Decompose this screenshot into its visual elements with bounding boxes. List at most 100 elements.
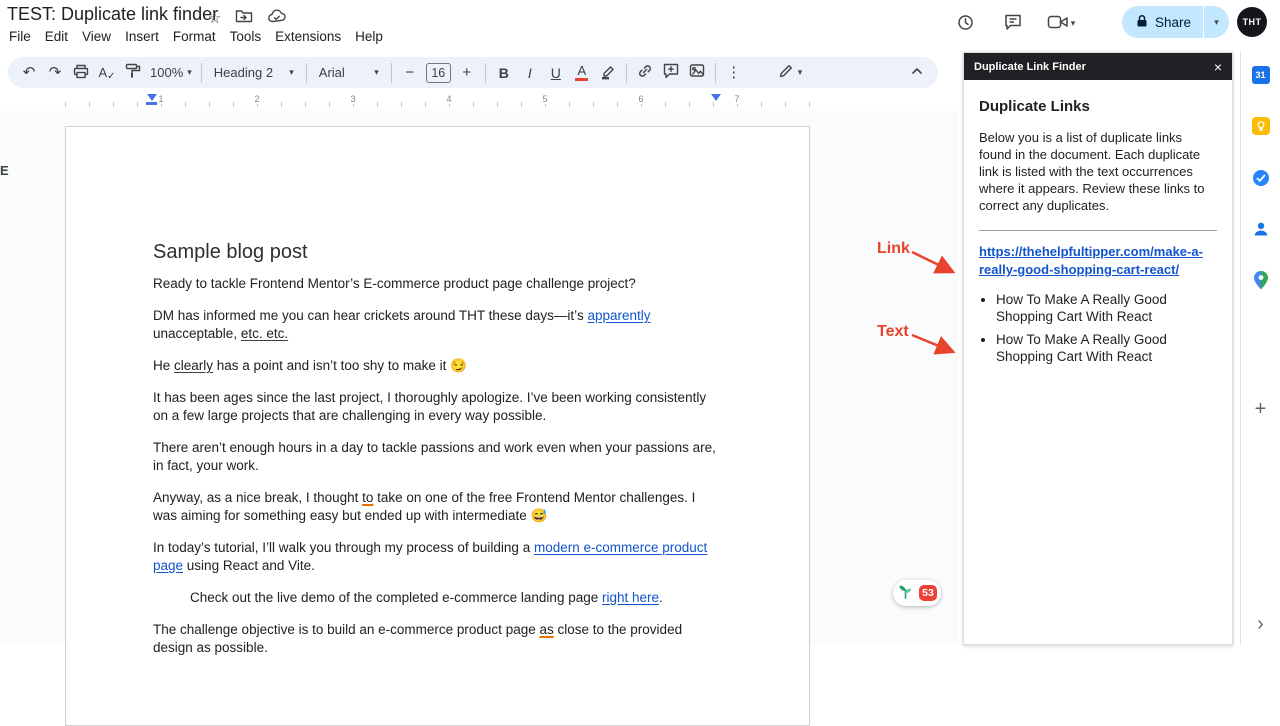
doc-paragraph[interactable]: Ready to tackle Frontend Mentor’s E-comm… <box>153 275 719 293</box>
doc-paragraph[interactable]: In today’s tutorial, I’ll walk you throu… <box>153 539 719 575</box>
keep-bulb-glyph <box>1251 117 1270 135</box>
clipped-left-edge-text: E <box>0 163 9 178</box>
left-indent-marker[interactable] <box>147 94 157 101</box>
menu-help[interactable]: Help <box>348 27 390 46</box>
menu-extensions[interactable]: Extensions <box>268 27 348 46</box>
panel-divider <box>979 230 1217 231</box>
share-button[interactable]: Share <box>1122 6 1204 38</box>
redo-button[interactable]: ↷ <box>43 61 67 85</box>
paragraph-style-select[interactable]: Heading 2 ▾ <box>208 61 300 85</box>
more-toolbar-options-button[interactable]: ⋮ <box>722 61 746 85</box>
text-color-button[interactable]: A <box>570 61 594 85</box>
more-vertical-icon: ⋮ <box>726 64 742 81</box>
document-title[interactable]: TEST: Duplicate link finder <box>7 4 218 25</box>
doc-paragraph-indented[interactable]: Check out the live demo of the completed… <box>153 589 719 607</box>
increase-font-size-button[interactable]: + <box>455 61 479 85</box>
chevron-down-icon: ▾ <box>1214 16 1219 27</box>
inline-link[interactable]: apparently <box>587 308 650 323</box>
toolbar-separator <box>305 62 307 83</box>
add-comment-button[interactable] <box>659 61 683 85</box>
keep-icon[interactable] <box>1250 115 1272 137</box>
account-avatar[interactable]: THT <box>1237 7 1267 37</box>
editing-mode-button[interactable]: ▾ <box>775 61 806 85</box>
decrease-font-size-button[interactable]: − <box>398 61 422 85</box>
menu-format[interactable]: Format <box>166 27 223 46</box>
bold-button[interactable]: B <box>492 61 516 85</box>
document-page[interactable]: Sample blog post Ready to tackle Fronten… <box>65 126 810 726</box>
inline-link[interactable]: right here <box>602 590 659 605</box>
font-size-input[interactable]: 16 <box>425 62 451 83</box>
menu-insert[interactable]: Insert <box>118 27 166 46</box>
comments-button[interactable] <box>998 8 1028 38</box>
menu-edit[interactable]: Edit <box>38 27 75 46</box>
doc-paragraph[interactable]: It has been ages since the last project,… <box>153 389 719 425</box>
chevron-down-icon: ▾ <box>797 67 803 77</box>
text-color-icon: A <box>575 64 589 81</box>
version-history-button[interactable] <box>950 8 980 38</box>
ruler: 1 2 3 4 5 6 7 <box>0 93 958 111</box>
undo-icon: ↶ <box>22 64 36 81</box>
ruler-mark: 5 <box>539 94 551 104</box>
doc-paragraph[interactable]: There aren’t enough hours in a day to ta… <box>153 439 719 475</box>
share-label: Share <box>1155 14 1192 30</box>
grammar-assistant-badge[interactable]: 53 <box>893 580 941 606</box>
join-call-button[interactable]: ▾ <box>1038 8 1084 38</box>
menu-tools[interactable]: Tools <box>223 27 269 46</box>
suggestion-underline[interactable]: etc. etc. <box>241 326 288 341</box>
ruler-mark: 2 <box>251 94 263 104</box>
panel-heading: Duplicate Links <box>979 98 1090 115</box>
menu-file[interactable]: File <box>2 27 38 46</box>
suggestion-underline[interactable]: as <box>539 622 553 637</box>
doc-paragraph[interactable]: The challenge objective is to build an e… <box>153 621 719 657</box>
panel-close-button[interactable]: × <box>1214 60 1222 74</box>
menu-view[interactable]: View <box>75 27 118 46</box>
toolbar-separator <box>390 62 392 83</box>
right-indent-marker[interactable] <box>711 94 721 101</box>
doc-paragraph[interactable]: He clearly has a point and isn’t too shy… <box>153 357 719 375</box>
toolbar-separator <box>484 62 486 83</box>
ruler-mark: 7 <box>731 94 743 104</box>
link-icon <box>636 62 654 83</box>
maps-icon[interactable] <box>1250 269 1272 291</box>
toolbar-separator <box>625 62 627 83</box>
add-addon-button[interactable]: + <box>1250 398 1272 420</box>
occurrence-item[interactable]: How To Make A Really Good Shopping Cart … <box>996 291 1217 325</box>
font-select[interactable]: Arial ▾ <box>313 61 385 85</box>
underline-button[interactable]: U <box>544 61 568 85</box>
printer-icon <box>72 63 90 83</box>
italic-button[interactable]: I <box>518 61 542 85</box>
document-canvas: Sample blog post Ready to tackle Fronten… <box>0 111 958 726</box>
calendar-icon[interactable]: 31 <box>1250 64 1272 86</box>
video-camera-icon <box>1047 14 1069 33</box>
spellcheck-button[interactable]: A ✓ <box>95 61 119 85</box>
print-button[interactable] <box>69 61 93 85</box>
comment-bubble-icon <box>1003 12 1023 35</box>
suggestion-underline[interactable]: to <box>362 490 373 505</box>
panel-body: Duplicate Links Below you is a list of d… <box>964 80 1232 365</box>
doc-heading[interactable]: Sample blog post <box>153 239 719 265</box>
collapse-rail-button[interactable]: › <box>1250 613 1272 635</box>
suggestion-underline[interactable]: clearly <box>174 358 213 373</box>
star-icon[interactable]: ☆ <box>208 11 221 26</box>
paint-format-button[interactable] <box>121 61 145 85</box>
insert-image-button[interactable] <box>685 61 709 85</box>
occurrence-item[interactable]: How To Make A Really Good Shopping Cart … <box>996 331 1217 365</box>
share-dropdown-button[interactable]: ▾ <box>1203 6 1230 38</box>
doc-paragraph[interactable]: DM has informed me you can hear crickets… <box>153 307 719 343</box>
insert-link-button[interactable] <box>633 61 657 85</box>
underline-icon: U <box>550 64 561 81</box>
cloud-status-icon[interactable] <box>267 8 287 29</box>
undo-button[interactable]: ↶ <box>17 61 41 85</box>
tasks-icon[interactable] <box>1250 167 1272 189</box>
occurrence-list: How To Make A Really Good Shopping Cart … <box>979 291 1217 365</box>
ruler-ticks <box>65 102 810 107</box>
highlight-color-button[interactable] <box>596 61 620 85</box>
duplicate-link-url[interactable]: https://thehelpfultipper.com/make-a-real… <box>979 243 1217 279</box>
first-line-indent-marker[interactable] <box>146 102 157 105</box>
doc-paragraph[interactable]: Anyway, as a nice break, I thought to ta… <box>153 489 719 525</box>
chevron-down-icon: ▾ <box>187 67 192 77</box>
zoom-select[interactable]: 100% ▾ <box>147 61 195 85</box>
contacts-icon[interactable] <box>1250 218 1272 240</box>
move-folder-icon[interactable] <box>235 8 253 29</box>
hide-menus-button[interactable] <box>905 61 929 85</box>
